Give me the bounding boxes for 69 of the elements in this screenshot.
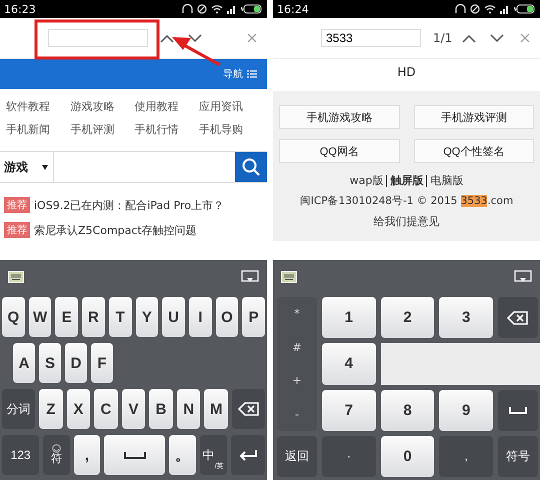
keyboard-key[interactable]: M (204, 389, 228, 429)
category-link[interactable]: 手机行情 (134, 122, 199, 137)
symbol-key[interactable]: * (294, 307, 300, 320)
keyboard-key[interactable]: F (91, 343, 113, 383)
category-link[interactable]: 使用教程 (134, 99, 199, 114)
status-time: 16:24 (277, 2, 309, 16)
symbol-key[interactable]: + (292, 374, 302, 388)
keyboard-key[interactable]: P (242, 297, 266, 337)
find-field[interactable]: 3533 (321, 29, 421, 47)
page-text: HD (396, 64, 417, 79)
keypad-key[interactable]: 0 (380, 436, 434, 477)
category-link[interactable]: 手机新闻 (6, 122, 70, 137)
keypad-key[interactable]: 8 (380, 390, 434, 431)
nav-link[interactable]: 导航 (223, 67, 243, 81)
category-link[interactable]: 手机导购 (198, 122, 263, 137)
keyboard-key[interactable]: V (122, 389, 146, 429)
link-button[interactable]: 手机游戏攻略 (279, 105, 400, 129)
keyboard-key[interactable]: 。 (169, 435, 196, 475)
status-time: 16:23 (4, 2, 36, 16)
category-link[interactable]: 游戏攻略 (70, 99, 134, 114)
keypad-key[interactable]: 符号 (498, 436, 538, 477)
keyboard-key[interactable]: N (176, 389, 200, 429)
symbol-key[interactable]: - (295, 408, 299, 421)
keyboard-key[interactable]: R (82, 297, 105, 337)
keyboard-key[interactable]: E (55, 297, 78, 337)
keyboard-key[interactable]: X (66, 389, 90, 429)
keyboard-key[interactable]: T (108, 297, 132, 337)
keypad-key[interactable]: · (322, 436, 376, 477)
recommend-tag: 推荐 (4, 197, 30, 213)
copyright-text: 闽ICP备13010248号-1 © 2015 3533.com (300, 194, 514, 208)
keyboard-key[interactable]: A (13, 343, 35, 383)
keyboard-key[interactable]: C (94, 389, 118, 429)
feedback-link[interactable]: 给我们提意见 (374, 214, 440, 229)
keyboard-key[interactable]: 符 (43, 435, 70, 475)
keypad-key[interactable]: 9 (439, 390, 493, 431)
keyboard-key[interactable]: , (74, 435, 100, 475)
version-link[interactable]: 电脑版 (430, 173, 464, 188)
keypad-key[interactable]: , (439, 436, 493, 477)
link-button[interactable]: QQ个性签名 (414, 139, 534, 163)
link-button[interactable]: 手机游戏评测 (414, 105, 534, 129)
keyboard-key[interactable]: W (28, 297, 52, 337)
keypad-key[interactable]: 3 (439, 297, 493, 338)
keyboard-key[interactable]: D (65, 343, 87, 383)
link-button[interactable]: QQ网名 (279, 139, 400, 163)
keyboard-key[interactable]: I (188, 297, 212, 337)
keyboard-key[interactable]: Y (136, 297, 158, 337)
keyboard-key[interactable]: S (39, 343, 61, 383)
keyboard-key[interactable]: Q (2, 297, 25, 337)
category-link[interactable]: 软件教程 (6, 99, 70, 114)
keyboard-key[interactable]: 123 (2, 435, 40, 475)
version-link[interactable]: wap版 (350, 173, 384, 188)
keypad-key[interactable]: 4 (322, 343, 376, 384)
keypad-key[interactable]: 返回 (277, 436, 317, 477)
news-link[interactable]: iOS9.2已在内测：配合iPad Pro上市？ (34, 198, 224, 212)
version-link[interactable]: 触屏版 (390, 173, 424, 188)
keyboard-key[interactable]: 分词 (2, 389, 35, 429)
category-link[interactable]: 手机评测 (70, 122, 134, 137)
keyboard-key[interactable]: Z (39, 389, 63, 429)
recommend-tag: 推荐 (4, 222, 30, 238)
category-link[interactable]: 应用资讯 (198, 99, 263, 114)
keyboard-key[interactable]: U (162, 297, 185, 337)
keyboard-key[interactable]: O (216, 297, 238, 337)
keyboard-key[interactable]: B (149, 389, 173, 429)
match-count: 1/1 (433, 31, 452, 45)
keypad-key[interactable]: 2 (380, 297, 434, 338)
symbol-key[interactable]: # (292, 340, 302, 354)
news-link[interactable]: 索尼承认Z5Compact存触控问题 (34, 222, 197, 238)
keypad-key[interactable]: 1 (322, 297, 376, 338)
keypad-key[interactable]: 7 (322, 390, 376, 431)
